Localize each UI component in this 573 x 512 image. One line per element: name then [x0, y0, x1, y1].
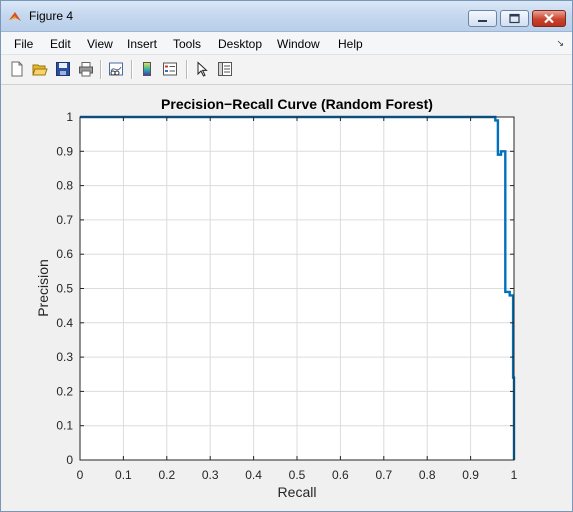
figure-canvas: 0 0.1 0.2 0.3 0.4 0.5 0.6 0.7 0.8 0.9 1 0 0.1 0.2 0.3… — [7, 86, 566, 506]
x-tick-label: 0.5 — [289, 468, 306, 482]
print-icon[interactable] — [78, 61, 94, 77]
y-tick-label: 0.9 — [56, 144, 73, 158]
menu-file[interactable]: File — [14, 37, 33, 51]
toolbar-separator — [131, 60, 133, 79]
x-tick-label: 1 — [511, 468, 518, 482]
menu-help[interactable]: Help — [338, 37, 363, 51]
menu-insert[interactable]: Insert — [127, 37, 157, 51]
insert-legend-icon[interactable] — [162, 61, 178, 77]
precision-recall-chart[interactable]: 0 0.1 0.2 0.3 0.4 0.5 0.6 0.7 0.8 0.9 1 0 0.1 0.2 0.3… — [7, 86, 566, 506]
minimize-icon — [478, 20, 487, 22]
open-file-icon[interactable] — [32, 61, 48, 77]
x-tick-label: 0.7 — [375, 468, 392, 482]
toolbar-separator — [100, 60, 102, 79]
new-figure-icon[interactable] — [9, 61, 25, 77]
edit-plot-icon[interactable] — [194, 61, 210, 77]
save-icon[interactable] — [55, 61, 71, 77]
chart-title: Precision−Recall Curve (Random Forest) — [161, 96, 433, 112]
toolbar-separator — [186, 60, 188, 79]
y-tick-label: 0.6 — [56, 247, 73, 261]
y-tick-label: 0.1 — [56, 419, 73, 433]
x-tick-label: 0.1 — [115, 468, 132, 482]
x-tick-label: 0 — [77, 468, 84, 482]
close-button[interactable] — [532, 10, 566, 27]
menu-window[interactable]: Window — [277, 37, 320, 51]
menu-bar: File Edit View Insert Tools Desktop Wind… — [1, 32, 572, 55]
y-tick-label: 0 — [66, 453, 73, 467]
menu-tools[interactable]: Tools — [173, 37, 201, 51]
minimize-button[interactable] — [468, 10, 497, 27]
figure-window: Figure 4 File Edit View Insert Tools Des… — [0, 0, 573, 512]
menu-edit[interactable]: Edit — [50, 37, 71, 51]
x-tick-label: 0.4 — [245, 468, 262, 482]
x-axis-label: Recall — [278, 484, 317, 500]
menu-desktop[interactable]: Desktop — [218, 37, 262, 51]
y-tick-label: 0.7 — [56, 213, 73, 227]
y-tick-label: 0.3 — [56, 350, 73, 364]
maximize-icon — [509, 13, 520, 24]
x-tick-label: 0.2 — [158, 468, 175, 482]
insert-colorbar-icon[interactable] — [139, 61, 155, 77]
y-tick-label: 0.8 — [56, 179, 73, 193]
y-tick-label: 0.2 — [56, 384, 73, 398]
property-inspector-icon[interactable] — [217, 61, 233, 77]
menu-view[interactable]: View — [87, 37, 113, 51]
close-icon — [544, 13, 554, 24]
x-tick-label: 0.8 — [419, 468, 436, 482]
x-tick-label: 0.9 — [462, 468, 479, 482]
x-tick-label: 0.6 — [332, 468, 349, 482]
title-bar[interactable]: Figure 4 — [1, 1, 572, 32]
y-tick-label: 0.4 — [56, 316, 73, 330]
matlab-logo-icon — [9, 12, 21, 21]
maximize-button[interactable] — [500, 10, 529, 27]
dock-arrow-icon[interactable]: ↘ — [556, 38, 564, 49]
y-tick-label: 0.5 — [56, 282, 73, 296]
y-axis-label: Precision — [35, 259, 51, 317]
window-title: Figure 4 — [29, 9, 74, 23]
toolbar — [1, 55, 572, 85]
link-plot-icon[interactable] — [108, 61, 124, 77]
x-tick-label: 0.3 — [202, 468, 219, 482]
y-tick-label: 1 — [66, 110, 73, 124]
